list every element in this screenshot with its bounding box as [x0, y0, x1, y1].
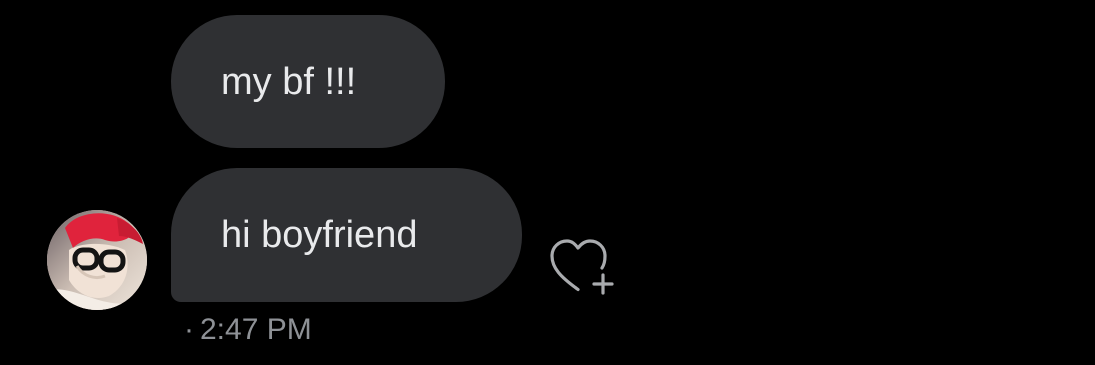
message-bubble[interactable]: my bf !!! [171, 15, 445, 148]
react-button[interactable] [547, 236, 619, 298]
timestamp-time: 2:47 PM [200, 313, 312, 346]
message-text: my bf !!! [221, 60, 357, 103]
message-timestamp: · 2:47 PM [184, 312, 312, 348]
avatar-image [47, 210, 147, 310]
timestamp-separator: · [184, 313, 194, 346]
message-text: hi boyfriend [221, 214, 418, 256]
avatar[interactable] [47, 210, 147, 310]
heart-plus-icon [550, 239, 614, 295]
message-bubble[interactable]: hi boyfriend [171, 168, 522, 302]
